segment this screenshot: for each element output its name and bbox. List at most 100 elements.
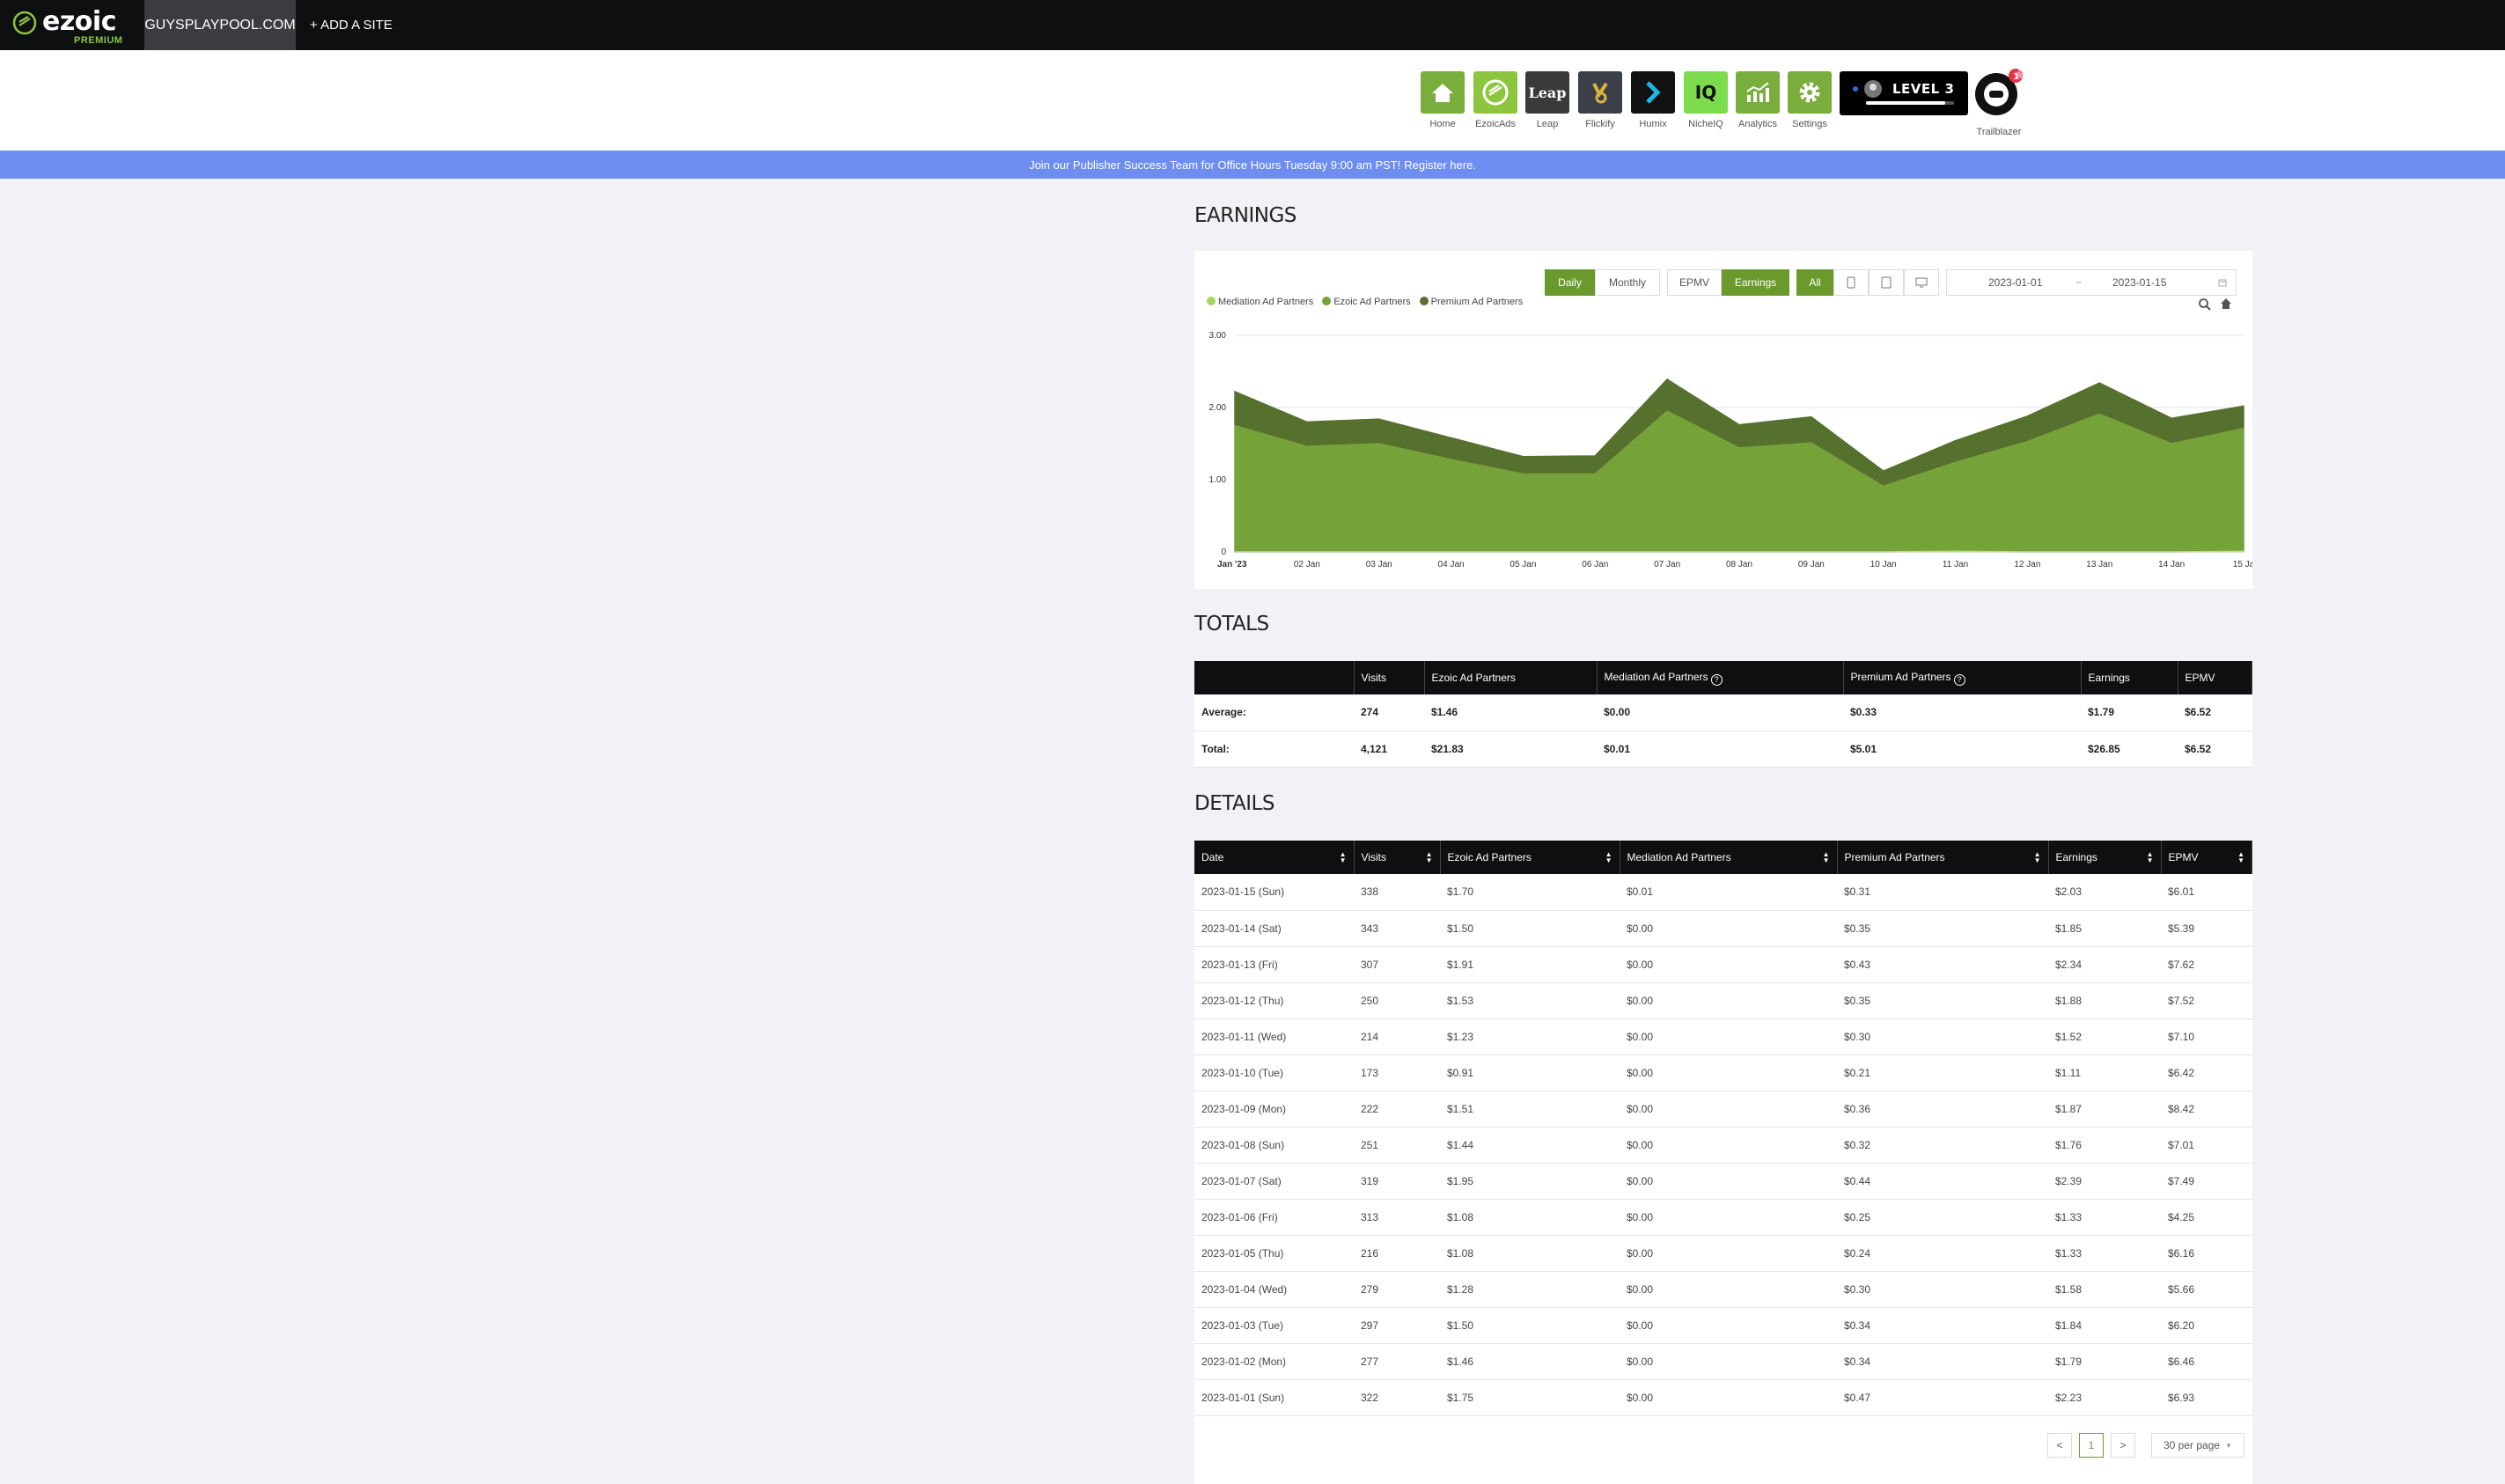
table-row: 2023-01-07 (Sat) 319 $1.95 $0.00 $0.44 $2.39 $…: [1194, 1163, 2252, 1200]
app-settings[interactable]: Settings: [1788, 71, 1832, 129]
table-cell: $0.44: [1837, 1163, 2048, 1200]
register-link[interactable]: Register here.: [1404, 158, 1476, 172]
app-launcher-bar: Home EzoicAds Leap Leap Flickify Humix IQ Niche…: [0, 50, 2505, 151]
table-cell: $0.00: [1620, 1091, 1837, 1128]
x-tick-label: 12 Jan: [2014, 560, 2040, 569]
x-tick-label: 10 Jan: [1870, 560, 1897, 569]
add-site-link[interactable]: + ADD A SITE: [310, 0, 393, 50]
app-analytics[interactable]: Analytics: [1736, 71, 1780, 129]
column-header-mediation-ad-partners[interactable]: Mediation Ad Partners ▲ ▼: [1620, 841, 1838, 874]
table-cell: $6.01: [2161, 874, 2252, 911]
table-cell: $21.83: [1424, 731, 1597, 768]
table-cell: $2.34: [2048, 946, 2161, 983]
table-cell: $0.33: [1843, 694, 2081, 731]
table-cell: $5.39: [2161, 910, 2252, 947]
top-bar: ezoic PREMIUM GUYSPLAYPOOL.COM + ADD A S…: [0, 0, 2505, 50]
table-row: 2023-01-12 (Thu) 250 $1.53 $0.00 $0.35 $1.88 $…: [1194, 982, 2252, 1019]
table-cell: $1.28: [1440, 1271, 1620, 1308]
x-tick-label: 04 Jan: [1438, 560, 1465, 569]
table-cell: 2023-01-10 (Tue): [1194, 1054, 1354, 1091]
announcement-banner: Join our Publisher Success Team for Offi…: [0, 151, 2505, 179]
table-cell: 2023-01-07 (Sat): [1194, 1163, 1354, 1200]
column-header-premium-ad-partners[interactable]: Premium Ad Partners ▲ ▼: [1837, 841, 2049, 874]
x-tick-label: 07 Jan: [1654, 560, 1680, 569]
totals-card: Visits Ezoic Ad Partners Mediation Ad Part…: [1194, 661, 2252, 768]
site-tab[interactable]: GUYSPLAYPOOL.COM: [144, 0, 296, 50]
x-tick-label: 08 Jan: [1726, 560, 1752, 569]
table-cell: $0.00: [1597, 694, 1843, 731]
x-tick-label: 03 Jan: [1366, 560, 1392, 569]
totals-title: TOTALS: [1194, 613, 1269, 635]
app-humix[interactable]: Humix: [1631, 71, 1675, 129]
page-1-button[interactable]: 1: [2079, 1433, 2104, 1458]
table-cell: 322: [1354, 1379, 1440, 1416]
app-label: Settings: [1792, 119, 1827, 129]
help-icon[interactable]: ?: [1710, 673, 1723, 686]
table-cell: $0.43: [1837, 946, 2048, 983]
table-cell: $0.30: [1837, 1018, 2048, 1055]
y-tick-label: 1.00: [1209, 475, 1227, 485]
table-cell: $0.30: [1837, 1271, 2048, 1308]
column-header-visits[interactable]: Visits ▲ ▼: [1354, 841, 1441, 874]
table-cell: 214: [1354, 1018, 1440, 1055]
sort-icon[interactable]: ▲ ▼: [1340, 851, 1347, 864]
table-cell: $2.39: [2048, 1163, 2161, 1200]
app-nicheiq[interactable]: IQ NicheIQ: [1684, 71, 1728, 129]
next-page-button[interactable]: >: [2111, 1433, 2135, 1458]
x-tick-label: 15 Ja: [2233, 560, 2252, 569]
table-cell: $0.00: [1620, 1127, 1837, 1164]
table-cell: $0.35: [1837, 982, 2048, 1019]
table-cell: $6.46: [2161, 1343, 2252, 1380]
column-header-label: Date: [1201, 851, 1224, 863]
table-cell: $1.11: [2048, 1054, 2161, 1091]
column-header-ezoic-ad-partners[interactable]: Ezoic Ad Partners ▲ ▼: [1440, 841, 1620, 874]
table-cell: $0.00: [1620, 1163, 1837, 1200]
sort-icon[interactable]: ▲ ▼: [1823, 851, 1830, 864]
table-cell: $0.34: [1837, 1307, 2048, 1344]
table-cell: $0.00: [1620, 1307, 1837, 1344]
x-tick-label: 09 Jan: [1798, 560, 1825, 569]
column-header-epmv[interactable]: EPMV ▲ ▼: [2161, 841, 2252, 874]
table-cell: 279: [1354, 1271, 1440, 1308]
column-header-visits: Visits: [1354, 661, 1425, 694]
trailblazer-button[interactable]: 1 Trailblazer: [1975, 68, 2024, 137]
ezoic-logo[interactable]: ezoic PREMIUM: [11, 7, 143, 46]
table-cell: $1.79: [2048, 1343, 2161, 1380]
sort-icon[interactable]: ▲ ▼: [2147, 851, 2154, 864]
sort-icon[interactable]: ▲ ▼: [1426, 851, 1433, 864]
table-cell: 2023-01-02 (Mon): [1194, 1343, 1354, 1380]
level-badge[interactable]: LEVEL 3: [1840, 71, 1968, 115]
chevron-down-icon: ▼: [2225, 1441, 2232, 1450]
settings-icon: [1796, 79, 1823, 106]
x-tick-label: 02 Jan: [1294, 560, 1320, 569]
column-header-earnings[interactable]: Earnings ▲ ▼: [2048, 841, 2162, 874]
table-cell: $0.35: [1837, 910, 2048, 947]
per-page-select[interactable]: 30 per page ▼: [2151, 1433, 2244, 1458]
prev-page-button[interactable]: <: [2047, 1433, 2072, 1458]
table-cell: 2023-01-05 (Thu): [1194, 1235, 1354, 1272]
table-row: Total: 4,121 $21.83 $0.01 $5.01 $26.85 $6.52: [1194, 731, 2252, 768]
help-icon[interactable]: ?: [1953, 673, 1965, 686]
sort-icon[interactable]: ▲ ▼: [2034, 851, 2041, 864]
sort-icon[interactable]: ▲ ▼: [1605, 851, 1612, 864]
column-header-date[interactable]: Date ▲ ▼: [1194, 841, 1355, 874]
app-home[interactable]: Home: [1421, 71, 1465, 129]
table-cell: $0.34: [1837, 1343, 2048, 1380]
table-cell: $1.46: [1424, 694, 1597, 731]
table-cell: $2.23: [2048, 1379, 2161, 1416]
table-cell: $2.03: [2048, 874, 2161, 911]
app-ezoicads[interactable]: EzoicAds: [1473, 71, 1517, 129]
sort-icon[interactable]: ▲ ▼: [2237, 851, 2244, 864]
app-flickify[interactable]: Flickify: [1578, 71, 1622, 129]
table-cell: $1.76: [2048, 1127, 2161, 1164]
details-card: Date ▲ ▼ Visits ▲ ▼ Ezoic Ad Partners ▲ ▼ Mediati…: [1194, 841, 2252, 1484]
table-row: 2023-01-09 (Mon) 222 $1.51 $0.00 $0.36 $1.87 $…: [1194, 1091, 2252, 1128]
y-tick-label: 0: [1221, 547, 1226, 557]
column-header-label: Premium Ad Partners: [1850, 670, 1951, 683]
table-cell: $0.00: [1620, 1271, 1837, 1308]
details-title: DETAILS: [1194, 792, 1275, 815]
app-leap[interactable]: Leap Leap: [1525, 71, 1569, 129]
table-cell: $1.50: [1440, 910, 1620, 947]
table-cell: Average:: [1194, 694, 1354, 731]
ezoic-logo-icon: [12, 11, 37, 35]
